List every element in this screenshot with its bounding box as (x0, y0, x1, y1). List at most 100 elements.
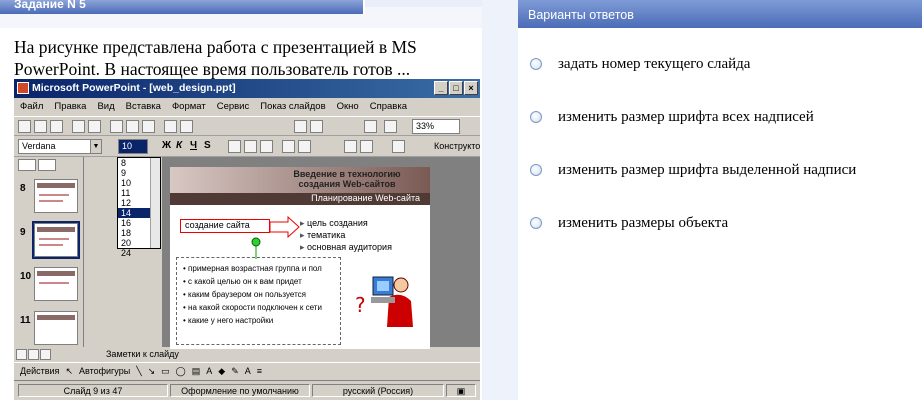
slides-tab (38, 159, 56, 171)
answer-option-3[interactable]: изменить размер шрифта выделенной надпис… (530, 159, 856, 181)
slide-title-line-1: Введение в технологию (293, 169, 401, 179)
status-language: русский (Россия) (312, 384, 444, 397)
slides-pane: 8 9 10 11 (14, 157, 84, 347)
list-item: с какой целью он к вам придет (183, 275, 340, 288)
close-icon: × (464, 81, 478, 95)
question-line-2: PowerPoint. В настоящее время пользовате… (14, 59, 411, 79)
thumb-line (39, 194, 69, 196)
cut-icon (110, 120, 123, 133)
undo-icon (164, 120, 177, 133)
radio-button[interactable] (530, 111, 542, 123)
print-icon (72, 120, 85, 133)
shadow-icon: S (204, 140, 211, 151)
thumb-band (37, 271, 75, 276)
bullet-item: тематика (300, 229, 392, 241)
task-header-bar: Задание N 5 (0, 0, 365, 14)
powerpoint-screenshot: Microsoft PowerPoint - [web_design.ppt] … (14, 79, 480, 400)
ppt-menu-slideshow: Показ слайдов (260, 101, 326, 112)
status-bar: Слайд 9 из 47 Оформление по умолчанию ру… (14, 380, 480, 400)
ppt-menu-tools: Сервис (216, 101, 250, 112)
chart-icon (294, 120, 307, 133)
slide-title: Введение в технологию создания Web-сайто… (272, 169, 422, 189)
save-icon (50, 120, 63, 133)
slide-thumbnail (34, 311, 78, 345)
font-name-box: Verdana ▼ (18, 139, 102, 154)
ppt-menu-format: Формат (171, 101, 206, 112)
notes-pane: Заметки к слайду (102, 349, 480, 361)
line-icon: ╲ (136, 365, 142, 376)
answer-option-4[interactable]: изменить размеры объекта (530, 212, 728, 234)
zoom-box: 33% (412, 119, 460, 134)
list-item: какие у него настройки (183, 314, 340, 327)
fill-color-icon: ◆ (218, 365, 226, 376)
dropdown-scrollbar (150, 158, 160, 248)
slide-edit-area: Введение в технологию создания Web-сайто… (162, 157, 480, 352)
align-right-icon (260, 140, 273, 153)
font-name-value: Verdana (22, 141, 56, 151)
ppt-window-controls: _ □ × (434, 81, 478, 95)
status-design: Оформление по умолчанию (170, 384, 310, 397)
answer-label: изменить размер шрифта всех надписей (558, 108, 814, 125)
increase-font-icon (344, 140, 357, 153)
ppt-formatting-toolbar: Verdana ▼ 10 Ж К Ч S Конструктор (14, 137, 480, 157)
slide-number: 10 (20, 271, 32, 282)
slide-header: Введение в технологию создания Web-сайто… (170, 167, 430, 193)
ppt-menu-view: Вид (97, 101, 115, 112)
oval-icon: ◯ (175, 365, 186, 376)
decrease-font-icon (360, 140, 373, 153)
drawing-toolbar: Действия ↖ Автофигуры ╲ ↘ ▭ ◯ ▤ A ◆ ✎ A … (14, 362, 480, 379)
thumb-line (39, 238, 69, 240)
numbering-icon (282, 140, 295, 153)
align-center-icon (244, 140, 257, 153)
rectangle-icon: ▭ (161, 365, 170, 376)
answer-option-1[interactable]: задать номер текущего слайда (530, 53, 750, 75)
slide-number: 9 (20, 227, 26, 238)
answer-label: изменить размер шрифта выделенной надпис… (558, 161, 857, 178)
task-header: Задание N 5 (0, 0, 482, 28)
italic-icon: К (176, 140, 183, 151)
arrow-icon (270, 215, 300, 239)
bullet-item: основная аудитория (300, 241, 392, 253)
font-size-box: 10 (118, 139, 148, 154)
selected-text-box: примерная возрастная группа и пол с како… (176, 257, 341, 345)
question-line-1: На рисунке представлена работа с презент… (14, 37, 417, 57)
thumb-band (37, 315, 75, 320)
list-item: примерная возрастная группа и пол (183, 262, 340, 275)
color-icon (384, 120, 397, 133)
thumb-line (39, 282, 69, 284)
slide-subtitle: Планирование Web-сайта (170, 193, 430, 205)
minimize-icon: _ (434, 81, 448, 95)
font-color-icon (392, 140, 405, 153)
table-icon (310, 120, 323, 133)
radio-button[interactable] (530, 217, 542, 229)
autoshapes-menu: Автофигуры (78, 366, 131, 376)
pane-tabs (18, 159, 56, 171)
arrow-tool-icon: ↘ (147, 365, 156, 376)
textbox-icon: ▤ (191, 365, 201, 376)
callout-box: создание сайта (180, 219, 270, 233)
new-icon (18, 120, 31, 133)
list-item: на какой скорости подключен к сети (183, 301, 340, 314)
ppt-menu-edit: Правка (54, 101, 87, 112)
chevron-down-icon: ▼ (90, 140, 101, 153)
maximize-icon: □ (449, 81, 463, 95)
rotate-handle-icon (251, 237, 261, 259)
thumb-line (39, 244, 63, 246)
question-text: На рисунке представлена работа с презент… (14, 36, 474, 80)
slide-bullets: цель создания тематика основная аудитори… (300, 217, 392, 253)
status-slide: Слайд 9 из 47 (18, 384, 168, 397)
line-color-icon: ✎ (231, 365, 239, 376)
answer-option-2[interactable]: изменить размер шрифта всех надписей (530, 106, 814, 128)
paste-icon (142, 120, 155, 133)
svg-text:?: ? (355, 293, 366, 317)
ppt-menu-insert: Вставка (125, 101, 161, 112)
slide-number: 8 (20, 183, 26, 194)
thumb-line (39, 200, 63, 202)
answer-label: изменить размеры объекта (558, 214, 729, 231)
ppt-menu-file: Файл (20, 101, 44, 112)
ppt-window-title: Microsoft PowerPoint - [web_design.ppt] (32, 82, 236, 94)
radio-button[interactable] (530, 58, 542, 70)
radio-button[interactable] (530, 164, 542, 176)
slideshow-view-icon (40, 349, 51, 360)
grid-icon (364, 120, 377, 133)
